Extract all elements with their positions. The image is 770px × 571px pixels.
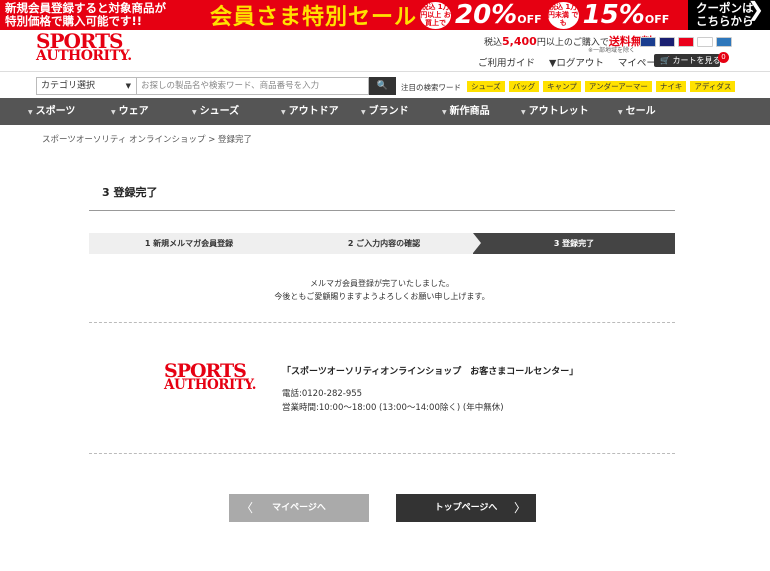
keyword-tag[interactable]: シューズ <box>467 81 505 92</box>
section-divider <box>89 322 675 323</box>
progress-steps: 1 新規メルマガ会員登録 2 ご入力内容の確認 3 登録完了 <box>89 233 675 254</box>
offer1-percent: 20% <box>455 0 518 30</box>
logo-line2: AUTHORITY. <box>36 48 132 64</box>
search-input[interactable]: お探しの製品名や検索ワード、商品番号を入力 <box>137 77 369 95</box>
header-links: ご利用ガイド ▼ログアウト マイページ <box>478 55 665 69</box>
chevron-down-icon: ▼ <box>111 109 116 116</box>
cc-logo-line2: AUTHORITY. <box>164 377 257 393</box>
logo-line1: SPORTS <box>36 29 123 53</box>
keywords-label: 注目の検索ワード <box>401 83 461 92</box>
banner-lead-line2: 特別価格で購入可能です!! <box>5 14 142 28</box>
nav-item-label: シューズ <box>199 106 240 117</box>
keyword-tag[interactable]: アンダーアーマー <box>584 81 652 92</box>
nav-item-shoes[interactable]: ▼ シューズ <box>192 98 281 125</box>
completion-message-line1: メルマガ会員登録が完了いたしました。 <box>310 279 454 288</box>
nav-item-label: 新作商品 <box>449 106 490 117</box>
cart-label: カートを見る <box>672 56 721 65</box>
card-icon-jcb <box>640 37 656 47</box>
nav-item-wear[interactable]: ▼ ウェア <box>111 98 192 125</box>
cart-icon: 🛒 <box>660 56 670 65</box>
cc-logo-line1: SPORTS <box>164 360 247 382</box>
call-center-name: 「スポーツオーソリティオンラインショップ お客さまコールセンター」 <box>282 367 579 377</box>
section-divider <box>89 453 675 454</box>
search-bar: カテゴリ選択 ▼ お探しの製品名や検索ワード、商品番号を入力 🔍 注目の検索ワー… <box>0 71 770 98</box>
nav-item-label: セール <box>625 106 656 117</box>
mypage-button[interactable]: 〈 マイページへ <box>229 494 369 522</box>
keyword-tags: シューズ バッグ キャンプ アンダーアーマー ナイキ アディダス <box>467 81 736 92</box>
keyword-tag[interactable]: バッグ <box>508 81 540 92</box>
top-page-button[interactable]: トップページへ 〉 <box>396 494 536 522</box>
banner-sale-text: 会員さま特別セール <box>210 5 418 30</box>
offer2-off: OFF <box>644 12 670 26</box>
chevron-down-icon: ▼ <box>28 109 33 116</box>
chevron-right-icon: ❯ <box>747 0 764 21</box>
search-icon: 🔍 <box>376 81 389 91</box>
nav-item-sports[interactable]: ▼ スポーツ <box>28 98 111 125</box>
page-title: 3 登録完了 <box>102 186 158 199</box>
nav-item-sale[interactable]: ▼ セール <box>618 98 688 125</box>
promo-banner[interactable]: 新規会員登録すると対象商品が 特別価格で購入可能です!! 会員さま特別セール 税… <box>0 0 770 30</box>
chevron-down-icon: ▼ <box>618 109 623 116</box>
offer1-off: OFF <box>517 12 542 26</box>
free-ship-note: ※一部地域を除く <box>588 47 636 54</box>
site-logo[interactable]: SPORTS AUTHORITY. <box>36 29 132 64</box>
nav-item-label: アウトドア <box>288 106 339 117</box>
cart-count-badge: 0 <box>718 52 729 63</box>
payment-cards <box>640 37 732 47</box>
step-divider <box>473 233 481 253</box>
category-select-label: カテゴリ選択 <box>41 81 96 91</box>
chevron-down-icon: ▼ <box>521 109 526 116</box>
cart-button[interactable]: 🛒 カートを見る <box>654 54 721 67</box>
card-icon-diners <box>697 37 713 47</box>
guide-link[interactable]: ご利用ガイド <box>478 55 535 69</box>
step-2: 2 ご入力内容の確認 <box>289 233 479 254</box>
call-center-hours: 営業時間:10:00～18:00 (13:00～14:00除く) (年中無休) <box>282 403 504 413</box>
card-icon-mastercard <box>678 37 694 47</box>
card-icon-amex <box>716 37 732 47</box>
nav-item-outlet[interactable]: ▼ アウトレット <box>521 98 618 125</box>
step-3-current: 3 登録完了 <box>473 233 675 254</box>
breadcrumb[interactable]: スポーツオーソリティ オンラインショップ > 登録完了 <box>42 133 252 145</box>
main-nav: ▼ スポーツ ▼ ウェア ▼ シューズ ▼ アウトドア ▼ ブランド ▼ 新作商品 ▼ アウト… <box>0 98 770 125</box>
category-select[interactable]: カテゴリ選択 ▼ <box>36 77 137 95</box>
logout-link[interactable]: ▼ログアウト <box>549 55 604 69</box>
banner-lead: 新規会員登録すると対象商品が 特別価格で購入可能です!! <box>0 2 210 28</box>
nav-item-outdoor[interactable]: ▼ アウトドア <box>281 98 361 125</box>
chevron-down-icon: ▼ <box>281 109 286 116</box>
nav-item-new[interactable]: ▼ 新作商品 <box>442 98 521 125</box>
keyword-tag[interactable]: キャンプ <box>543 81 581 92</box>
offer2-condition: 税込 1万円未満 でも <box>547 1 579 29</box>
nav-item-label: ブランド <box>368 106 409 117</box>
chevron-down-icon: ▼ <box>125 82 131 90</box>
completion-message-line2: 今後ともご愛顧賜りますようよろしくお願い申し上げます。 <box>274 292 490 301</box>
coupon-link[interactable]: クーポンは こちらから ❯ <box>688 0 770 30</box>
free-ship-prefix: 税込 <box>484 38 503 48</box>
nav-item-label: スポーツ <box>35 106 76 117</box>
call-center-phone: 電話:0120-282-955 <box>282 389 363 399</box>
keyword-tag[interactable]: アディダス <box>690 81 736 92</box>
nav-item-brand[interactable]: ▼ ブランド <box>361 98 442 125</box>
free-ship-amount: 5,400 <box>502 35 537 48</box>
offer1-condition: 税込 1万円以上 お買上で <box>420 1 451 29</box>
nav-item-label: アウトレット <box>528 106 589 117</box>
top-page-button-label: トップページへ <box>434 503 498 513</box>
step-1: 1 新規メルマガ会員登録 <box>89 233 289 254</box>
mypage-button-label: マイページへ <box>272 503 326 513</box>
nav-item-label: ウェア <box>118 106 149 117</box>
search-button[interactable]: 🔍 <box>369 77 396 95</box>
chevron-down-icon: ▼ <box>192 109 197 116</box>
call-center-logo: SPORTS AUTHORITY. <box>164 360 257 393</box>
chevron-left-icon: 〈 <box>241 501 254 515</box>
card-icon-visa <box>659 37 675 47</box>
chevron-down-icon: ▼ <box>361 109 366 116</box>
offer2-percent: 15% <box>582 0 645 30</box>
keyword-tag[interactable]: ナイキ <box>655 81 687 92</box>
chevron-right-icon: 〉 <box>513 501 526 515</box>
title-divider <box>89 210 675 211</box>
chevron-down-icon: ▼ <box>442 109 447 116</box>
